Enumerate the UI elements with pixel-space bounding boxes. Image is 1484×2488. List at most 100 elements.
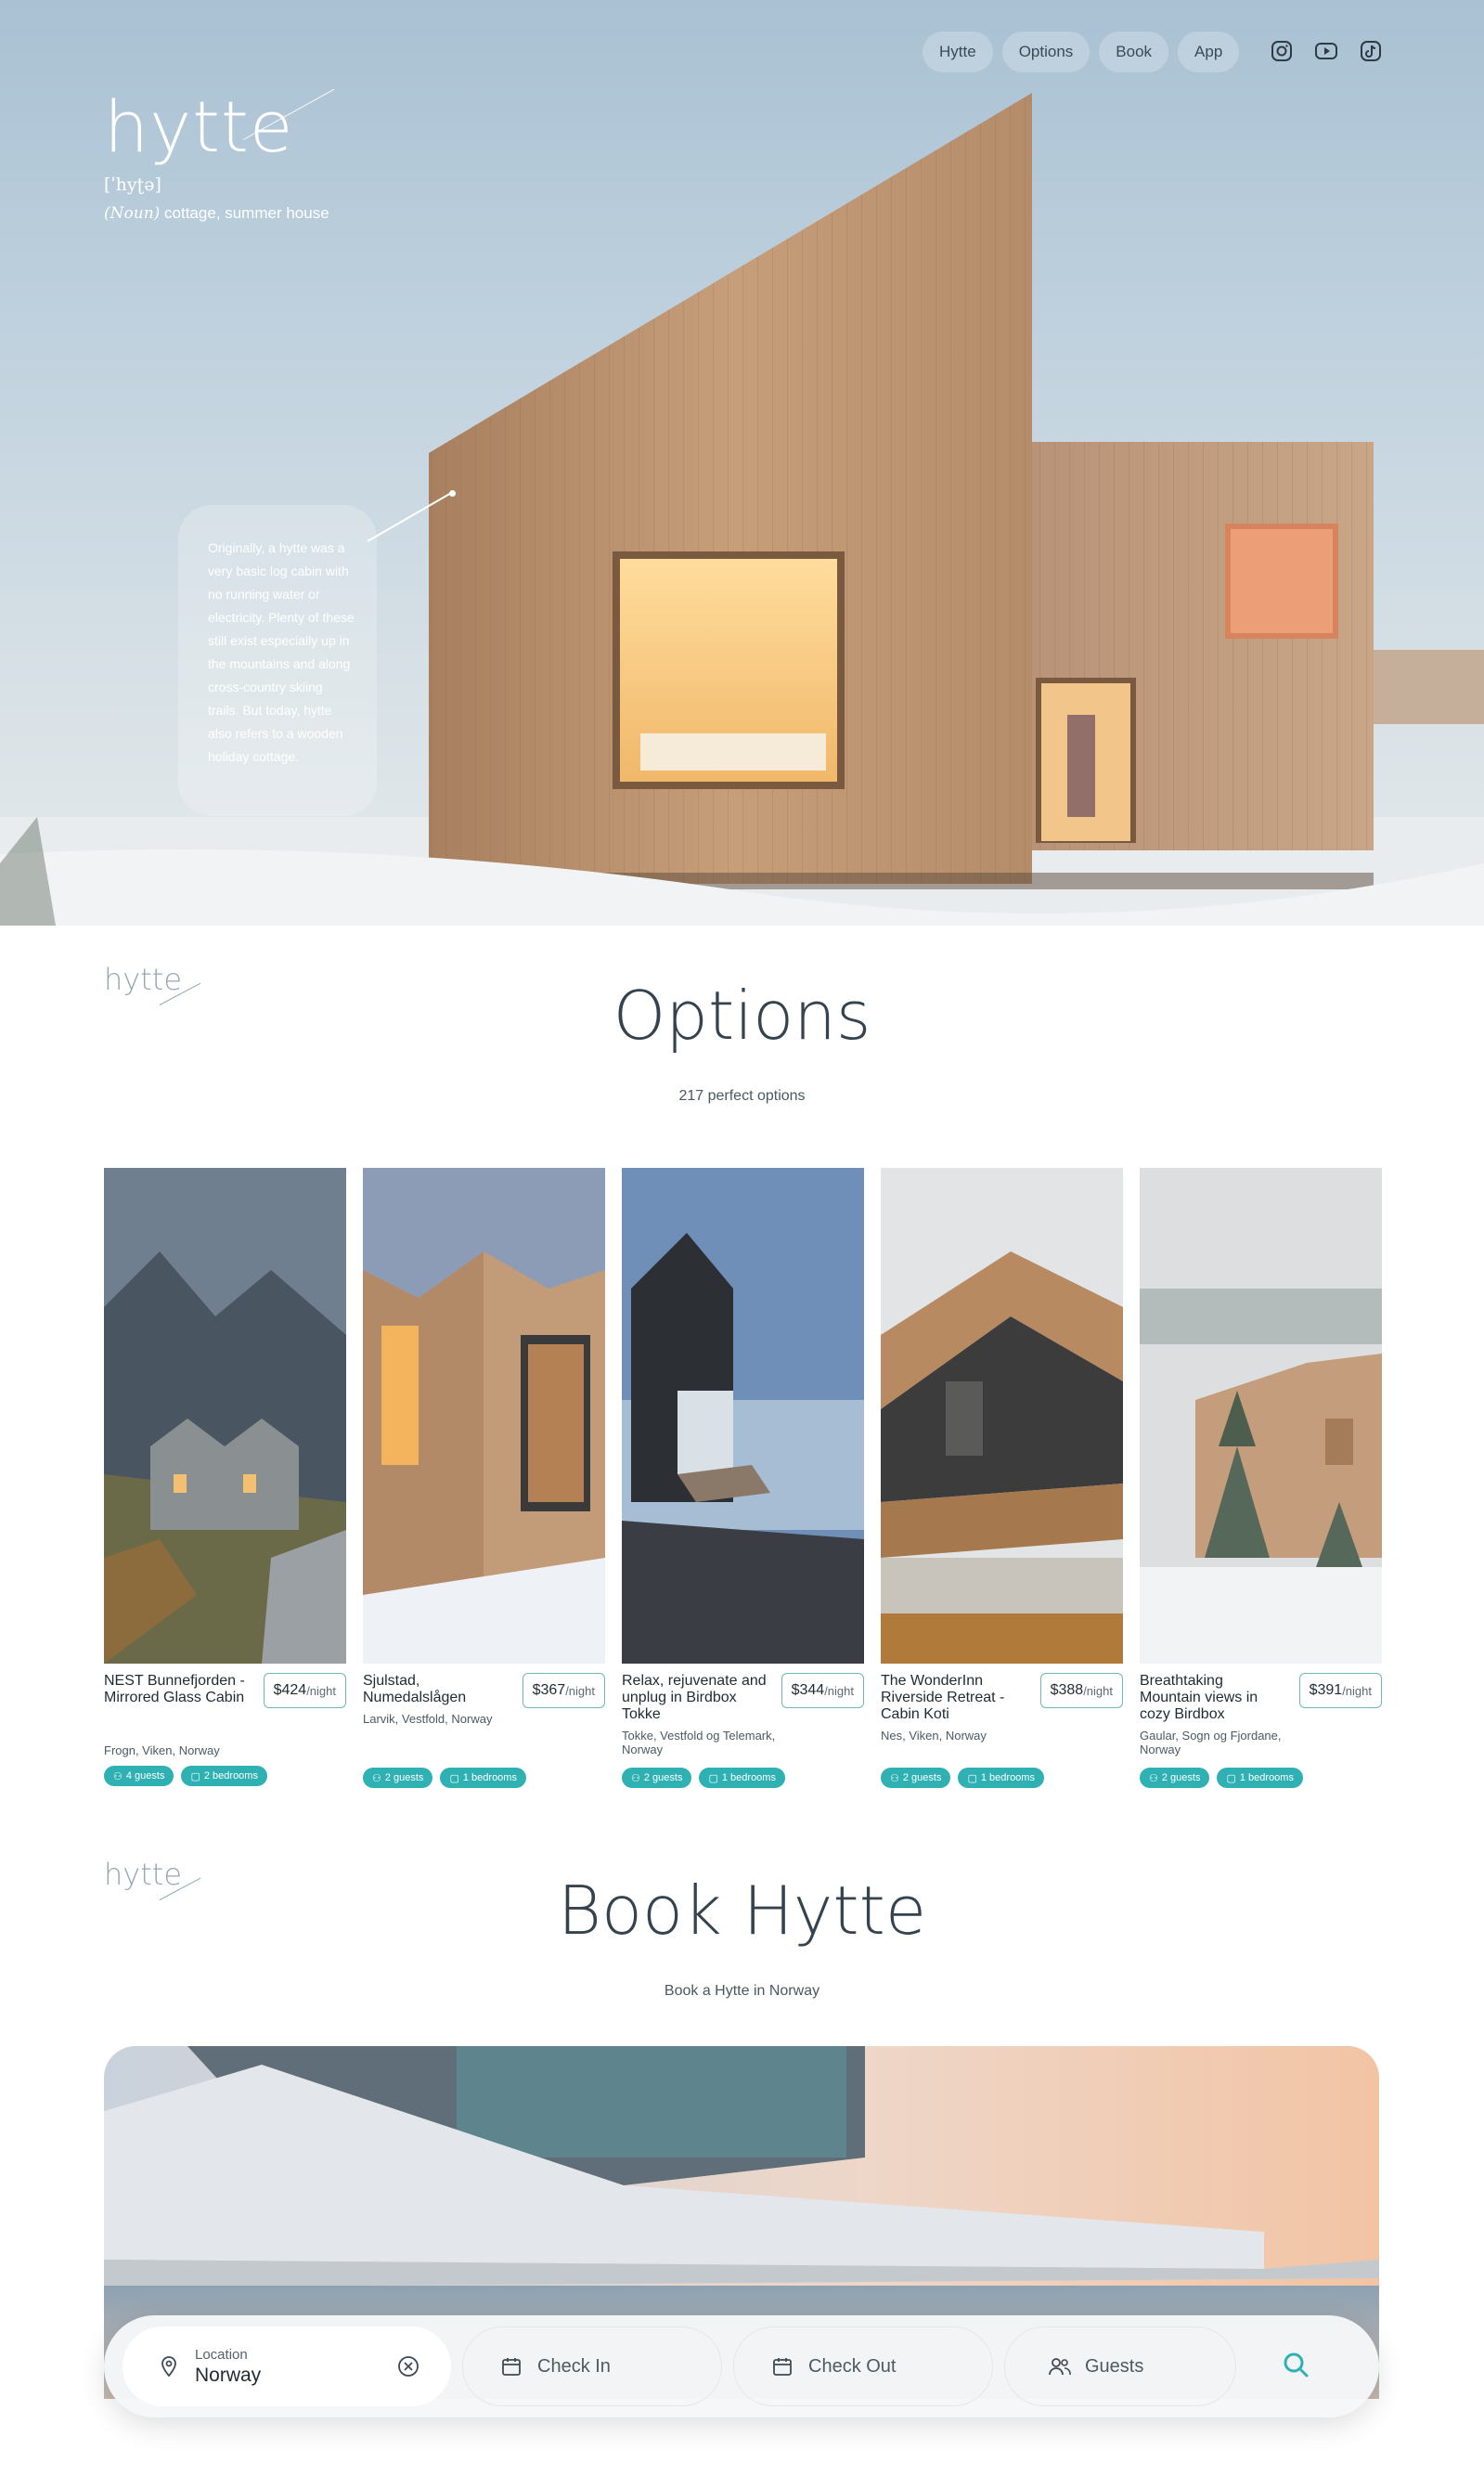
option-card-image[interactable]: [622, 1168, 864, 1664]
option-card-badges: ⚇ 4 guests ▢ 2 bedrooms: [104, 1766, 267, 1786]
instagram-icon[interactable]: [1270, 39, 1294, 63]
hero-story-card: Originally, a hytte was a very basic log…: [178, 505, 377, 816]
price-unit: /night: [1083, 1683, 1113, 1698]
price-value: $367: [532, 1682, 566, 1698]
nav-options[interactable]: Options: [1001, 32, 1090, 72]
hero-definition-text: cottage, summer house: [164, 204, 329, 222]
hero-definition: (Noun) cottage, summer house: [104, 204, 329, 223]
bedrooms-badge: ▢ 1 bedrooms: [440, 1768, 526, 1788]
option-card-price: $367/night: [522, 1673, 605, 1708]
nav-hytte[interactable]: Hytte: [923, 32, 993, 72]
youtube-icon[interactable]: [1314, 39, 1338, 63]
clear-icon[interactable]: [397, 2355, 419, 2378]
price-value: $344: [791, 1682, 825, 1698]
option-card-image[interactable]: [104, 1168, 346, 1664]
options-title: Options: [613, 977, 871, 1055]
bedrooms-text: 1 bedrooms: [462, 1772, 517, 1783]
bedrooms-badge: ▢ 2 bedrooms: [181, 1766, 267, 1786]
bed-icon: ▢: [190, 1770, 200, 1782]
option-card[interactable]: NEST Bunnefjorden - Mirrored Glass Cabin…: [104, 1168, 346, 1786]
options-card-list: NEST Bunnefjorden - Mirrored Glass Cabin…: [104, 1168, 1382, 1788]
guests-field[interactable]: Guests: [1004, 2326, 1236, 2406]
option-card-badges: ⚇ 2 guests ▢ 1 bedrooms: [1140, 1768, 1303, 1788]
search-icon: [1282, 2351, 1310, 2383]
option-card-badges: ⚇ 2 guests ▢ 1 bedrooms: [622, 1768, 785, 1788]
bedrooms-badge: ▢ 1 bedrooms: [958, 1768, 1044, 1788]
bed-icon: ▢: [449, 1772, 459, 1784]
booking-search-bar: Location Norway Check In Check Out Guest…: [104, 2315, 1379, 2417]
guests-badge: ⚇ 2 guests: [881, 1768, 951, 1788]
option-card-location: Nes, Viken, Norway: [881, 1729, 987, 1743]
option-card-badges: ⚇ 2 guests ▢ 1 bedrooms: [881, 1768, 1044, 1788]
check-in-field[interactable]: Check In: [462, 2326, 722, 2406]
price-value: $391: [1309, 1682, 1343, 1698]
search-button[interactable]: [1251, 2326, 1340, 2406]
page: Hytte Options Book App hytte [ˈhyʈə] (No…: [0, 0, 1484, 2488]
hero-pos: (Noun): [104, 204, 161, 223]
guests-text: 2 guests: [384, 1772, 424, 1783]
users-icon: ⚇: [372, 1772, 381, 1784]
price-unit: /night: [824, 1683, 854, 1698]
bed-icon: ▢: [967, 1772, 977, 1784]
bed-icon: ▢: [1226, 1772, 1236, 1784]
option-card-price: $344/night: [781, 1673, 864, 1708]
location-field[interactable]: Location Norway: [123, 2326, 451, 2406]
location-text: Location Norway: [195, 2347, 261, 2387]
price-value: $388: [1050, 1682, 1084, 1698]
option-card-name[interactable]: Sjulstad, Numedalslågen: [363, 1673, 511, 1706]
guests-text: 2 guests: [902, 1772, 942, 1783]
users-icon: [1048, 2355, 1071, 2378]
option-card[interactable]: Sjulstad, Numedalslågen $367/night Larvi…: [363, 1168, 605, 1788]
option-card-name[interactable]: NEST Bunnefjorden - Mirrored Glass Cabin: [104, 1673, 252, 1706]
guests-text: 4 guests: [125, 1770, 165, 1782]
option-card-location: Tokke, Vestfold og Telemark, Norway: [622, 1729, 776, 1756]
option-card-badges: ⚇ 2 guests ▢ 1 bedrooms: [363, 1768, 526, 1788]
hero-section: Hytte Options Book App hytte [ˈhyʈə] (No…: [0, 0, 1484, 926]
guests-badge: ⚇ 2 guests: [1140, 1768, 1210, 1788]
bedrooms-text: 1 bedrooms: [721, 1772, 776, 1783]
bedrooms-text: 2 bedrooms: [203, 1770, 258, 1782]
option-card-location: Gaular, Sogn og Fjordane, Norway: [1140, 1729, 1282, 1756]
option-card-name[interactable]: Relax, rejuvenate and unplug in Birdbox …: [622, 1673, 770, 1723]
calendar-icon: [771, 2355, 794, 2378]
option-card-image[interactable]: [881, 1168, 1123, 1664]
calendar-icon: [500, 2355, 523, 2378]
option-card-price: $391/night: [1298, 1673, 1382, 1708]
book-title: Book Hytte: [557, 1872, 927, 1950]
option-card-location: Larvik, Vestfold, Norway: [363, 1712, 493, 1726]
book-subtitle: Book a Hytte in Norway: [664, 1983, 820, 1999]
hero-story-text: Originally, a hytte was a very basic log…: [208, 540, 355, 764]
guests-label: Guests: [1085, 2355, 1144, 2377]
tiktok-icon[interactable]: [1359, 39, 1383, 63]
social-links: [1270, 39, 1383, 63]
guests-badge: ⚇ 2 guests: [363, 1768, 433, 1788]
option-card-location: Frogn, Viken, Norway: [104, 1743, 220, 1757]
bedrooms-badge: ▢ 1 bedrooms: [1217, 1768, 1303, 1788]
option-card-name[interactable]: The WonderInn Riverside Retreat - Cabin …: [881, 1673, 1029, 1723]
check-out-label: Check Out: [808, 2355, 897, 2377]
users-icon: ⚇: [631, 1772, 640, 1784]
price-unit: /night: [1342, 1683, 1372, 1698]
bedrooms-text: 1 bedrooms: [1239, 1772, 1294, 1783]
option-card-image[interactable]: [363, 1168, 605, 1664]
option-card[interactable]: Relax, rejuvenate and unplug in Birdbox …: [622, 1168, 864, 1788]
users-icon: ⚇: [890, 1772, 899, 1784]
location-value[interactable]: Norway: [195, 2365, 261, 2387]
nav-book[interactable]: Book: [1099, 32, 1169, 72]
option-card[interactable]: Breathtaking Mountain views in cozy Bird…: [1140, 1168, 1382, 1788]
price-unit: /night: [306, 1683, 336, 1698]
guests-text: 2 guests: [643, 1772, 683, 1783]
option-card-name[interactable]: Breathtaking Mountain views in cozy Bird…: [1140, 1673, 1288, 1723]
guests-badge: ⚇ 2 guests: [622, 1768, 692, 1788]
map-pin-icon: [158, 2355, 180, 2378]
bedrooms-text: 1 bedrooms: [980, 1772, 1035, 1783]
option-card[interactable]: The WonderInn Riverside Retreat - Cabin …: [881, 1168, 1123, 1788]
option-card-image[interactable]: [1140, 1168, 1382, 1664]
guests-badge: ⚇ 4 guests: [104, 1766, 174, 1786]
price-unit: /night: [565, 1683, 595, 1698]
users-icon: ⚇: [1149, 1772, 1158, 1784]
users-icon: ⚇: [113, 1770, 123, 1782]
check-out-field[interactable]: Check Out: [733, 2326, 993, 2406]
options-subtitle: 217 perfect options: [678, 1088, 806, 1104]
nav-app[interactable]: App: [1178, 32, 1240, 72]
